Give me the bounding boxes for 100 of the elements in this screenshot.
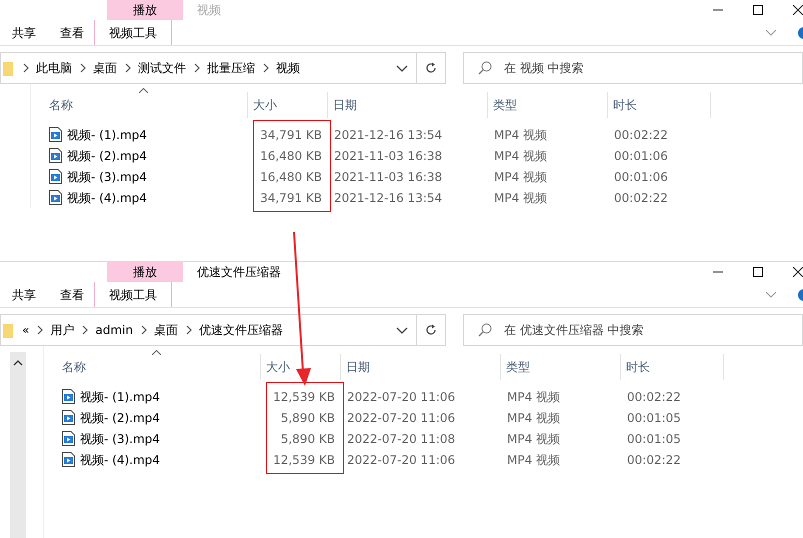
video-file-icon <box>62 452 75 467</box>
breadcrumb[interactable]: admin <box>95 321 133 339</box>
ribbon-tab[interactable]: 查看 <box>48 282 96 307</box>
chevron-right-icon <box>22 63 29 73</box>
file-name[interactable]: 视频- (2).mp4 <box>80 408 160 426</box>
file-duration: 00:02:22 <box>626 388 682 406</box>
sort-caret-icon[interactable] <box>152 350 161 355</box>
close-icon[interactable] <box>793 5 803 15</box>
file-date: 2021-11-03 16:38 <box>333 168 444 186</box>
overflow-chevron[interactable]: « <box>22 321 30 339</box>
file-type: MP4 视频 <box>506 452 562 468</box>
refresh-icon <box>425 324 438 336</box>
file-name[interactable]: 视频- (4).mp4 <box>67 188 147 206</box>
file-size: 34,791 KB <box>259 126 323 144</box>
search-field[interactable]: 在 优速文件压缩器 中搜索 <box>463 314 803 346</box>
file-type: MP4 视频 <box>506 430 562 448</box>
breadcrumb[interactable]: 测试文件 <box>138 59 186 77</box>
ribbon-tab[interactable]: 共享 <box>0 20 48 45</box>
file-size: 5,890 KB <box>280 430 336 448</box>
file-date: 2022-07-20 11:06 <box>346 410 456 426</box>
video-file-icon <box>49 190 62 205</box>
breadcrumb[interactable]: 桌面 <box>154 321 178 339</box>
chevron-right-icon <box>124 63 131 73</box>
dropdown-icon[interactable] <box>396 326 408 334</box>
file-name[interactable]: 视频- (4).mp4 <box>80 450 160 468</box>
refresh-button[interactable] <box>416 52 446 84</box>
file-duration: 00:02:22 <box>626 452 682 468</box>
file-type: MP4 视频 <box>493 126 548 144</box>
breadcrumb[interactable]: 批量压缩 <box>207 59 255 77</box>
chevron-right-icon <box>140 325 147 335</box>
address-bar[interactable]: « 用户 admin 桌面 优速文件压缩器 <box>0 314 416 346</box>
ribbon-tab[interactable]: 视频工具 <box>94 282 172 307</box>
dropdown-icon[interactable] <box>396 64 408 72</box>
scroll-up-icon[interactable] <box>13 360 23 366</box>
file-name[interactable]: 视频- (2).mp4 <box>67 146 147 164</box>
file-name[interactable]: 视频- (3).mp4 <box>80 430 160 448</box>
file-date: 2022-07-20 11:06 <box>346 388 456 406</box>
scrollbar[interactable] <box>10 352 26 538</box>
video-file-icon <box>49 127 62 142</box>
file-name[interactable]: 视频- (1).mp4 <box>67 126 147 144</box>
column-header[interactable]: 日期 <box>346 358 370 376</box>
column-header[interactable]: 类型 <box>493 96 517 114</box>
chevron-right-icon <box>262 63 269 73</box>
file-size: 5,890 KB <box>280 410 336 426</box>
breadcrumb[interactable]: 优速文件压缩器 <box>198 321 283 339</box>
breadcrumb[interactable]: 桌面 <box>93 59 117 77</box>
search-field[interactable]: 在 视频 中搜索 <box>463 52 803 84</box>
sort-caret-icon[interactable] <box>139 88 148 93</box>
file-name[interactable]: 视频- (1).mp4 <box>80 388 160 406</box>
search-icon <box>478 61 492 75</box>
file-duration: 00:02:22 <box>613 126 669 144</box>
column-header[interactable]: 时长 <box>626 358 650 376</box>
search-icon <box>478 323 492 337</box>
chevron-right-icon <box>193 63 200 73</box>
breadcrumb[interactable]: 视频 <box>276 59 300 77</box>
column-header[interactable]: 大小 <box>266 358 290 376</box>
video-file-icon <box>62 431 75 446</box>
file-duration: 00:01:05 <box>626 410 682 426</box>
file-duration: 00:01:05 <box>626 430 682 448</box>
folder-icon <box>3 322 15 338</box>
chevron-right-icon <box>36 325 44 335</box>
breadcrumb[interactable]: 此电脑 <box>36 59 72 77</box>
maximize-icon[interactable] <box>753 5 763 15</box>
column-header[interactable]: 类型 <box>506 358 530 376</box>
column-header[interactable]: 名称 <box>49 96 73 114</box>
column-header[interactable]: 名称 <box>62 358 86 376</box>
close-icon[interactable] <box>793 267 803 277</box>
file-date: 2021-12-16 13:54 <box>333 126 444 144</box>
file-date: 2022-07-20 11:06 <box>346 452 456 468</box>
column-header[interactable]: 日期 <box>333 96 357 114</box>
breadcrumb[interactable]: 用户 <box>50 321 74 339</box>
refresh-button[interactable] <box>416 314 446 346</box>
chevron-right-icon <box>79 63 86 73</box>
window-title: 优速文件压缩器 <box>197 264 281 281</box>
file-size: 12,539 KB <box>272 452 336 468</box>
maximize-icon[interactable] <box>753 267 763 277</box>
column-header[interactable]: 时长 <box>613 96 637 114</box>
file-size: 12,539 KB <box>272 388 336 406</box>
file-duration: 00:02:22 <box>613 190 669 206</box>
column-header[interactable]: 大小 <box>253 96 277 114</box>
file-size: 16,480 KB <box>259 168 323 186</box>
contextual-tab-label[interactable]: 播放 <box>107 262 183 282</box>
file-type: MP4 视频 <box>493 190 548 206</box>
file-type: MP4 视频 <box>506 388 562 406</box>
folder-icon <box>3 60 15 76</box>
file-name[interactable]: 视频- (3).mp4 <box>67 168 147 186</box>
ribbon-tab[interactable]: 查看 <box>48 20 96 45</box>
file-date: 2021-11-03 16:38 <box>333 148 444 164</box>
contextual-tab-label[interactable]: 播放 <box>107 0 183 20</box>
video-file-icon <box>62 410 75 425</box>
address-bar[interactable]: 此电脑 桌面 测试文件 批量压缩 视频 <box>0 52 416 84</box>
file-date: 2021-12-16 13:54 <box>333 190 444 206</box>
file-type: MP4 视频 <box>493 148 548 164</box>
chevron-right-icon <box>184 325 192 335</box>
chevron-down-icon[interactable] <box>766 292 776 298</box>
ribbon-tab[interactable]: 视频工具 <box>94 20 172 45</box>
file-duration: 00:01:06 <box>613 148 669 164</box>
refresh-icon <box>425 62 438 74</box>
ribbon-tab[interactable]: 共享 <box>0 282 48 307</box>
chevron-down-icon[interactable] <box>766 30 776 36</box>
